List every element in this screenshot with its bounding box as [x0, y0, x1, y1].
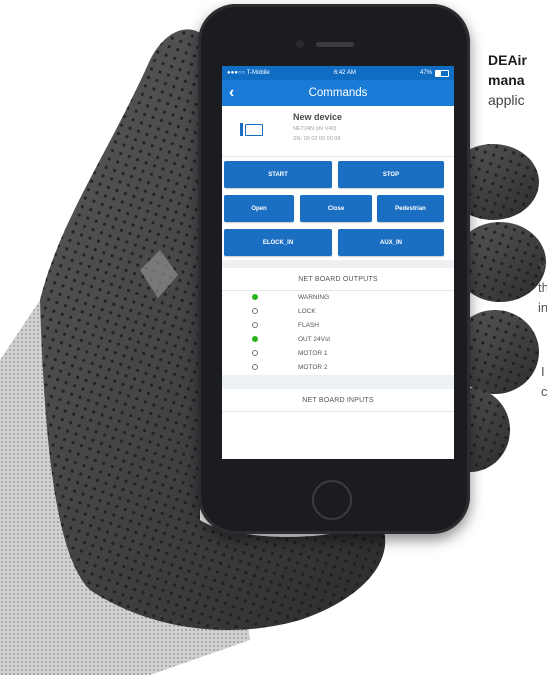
earpiece-speaker: [316, 42, 354, 47]
status-dot-icon: [252, 336, 258, 342]
device-card: New device NET24N (dv V40) SN: 00 02 00 …: [222, 106, 454, 157]
nav-bar: ‹ Commands: [222, 80, 454, 106]
device-serial: SN: 00 02 00 00 08: [293, 136, 341, 142]
para1-line: th: [538, 280, 547, 295]
output-label: MOTOR 1: [298, 350, 328, 357]
front-camera: [296, 40, 304, 48]
elock-in-button[interactable]: ELOCK_IN: [224, 229, 332, 256]
output-label: FLASH: [298, 322, 319, 329]
para1-line: Y: [538, 260, 547, 275]
para2-line: I: [541, 364, 545, 379]
output-label: WARNING: [298, 294, 330, 301]
stop-button[interactable]: STOP: [338, 161, 444, 188]
output-label: LOCK: [298, 308, 316, 315]
output-row: FLASH: [222, 319, 454, 333]
status-bar: ●●●○○ T-Mobile 6:42 AM 47%: [222, 66, 454, 80]
brand-bold-line-2: mana: [488, 72, 525, 88]
output-row: LOCK: [222, 305, 454, 319]
battery-percent: 47%: [419, 70, 432, 76]
output-row: MOTOR 1: [222, 347, 454, 361]
para1-line: in: [538, 300, 547, 315]
section-divider: [222, 260, 454, 268]
pedestrian-button[interactable]: Pedestrian: [377, 195, 444, 222]
home-button[interactable]: [312, 480, 352, 520]
chevron-left-icon[interactable]: ‹: [229, 84, 234, 102]
para2-line: c: [541, 384, 547, 399]
description-paragraph-2: I c: [541, 362, 547, 402]
output-label: MOTOR 2: [298, 364, 328, 371]
device-model: NET24N (dv V40): [293, 126, 337, 132]
page-title: Commands: [308, 87, 368, 99]
status-right: 47%: [419, 69, 449, 77]
output-row: OUT 24Vst: [222, 333, 454, 347]
status-dot-icon: [252, 308, 258, 314]
phone-screen: ●●●○○ T-Mobile 6:42 AM 47% ‹ Commands Ne…: [222, 66, 454, 459]
outputs-list: WARNING LOCK FLASH OUT 24Vst MOTOR 1 MOT…: [222, 291, 454, 375]
inputs-section-title: NET BOARD INPUTS: [222, 389, 454, 412]
output-label: OUT 24Vst: [298, 336, 331, 343]
output-row: WARNING: [222, 291, 454, 305]
start-button[interactable]: START: [224, 161, 332, 188]
command-buttons: START STOP Open Close Pedestrian ELOCK_I…: [222, 157, 454, 260]
device-icon: [240, 123, 263, 136]
status-dot-icon: [252, 364, 258, 370]
open-button[interactable]: Open: [224, 195, 294, 222]
status-dot-icon: [252, 322, 258, 328]
description-paragraph-1: Y th in: [538, 258, 547, 318]
close-button[interactable]: Close: [300, 195, 372, 222]
brand-line-3: applic: [488, 92, 525, 108]
status-dot-icon: [252, 350, 258, 356]
battery-icon: [435, 69, 449, 77]
carrier-label: ●●●○○ T-Mobile: [227, 70, 270, 76]
brand-bold-line-1: DEAir: [488, 52, 527, 68]
outputs-section-title: NET BOARD OUTPUTS: [222, 268, 454, 291]
aux-in-button[interactable]: AUX_IN: [338, 229, 444, 256]
output-row: MOTOR 2: [222, 361, 454, 375]
brand-text: DEAir mana applic: [488, 50, 527, 110]
section-divider: [222, 375, 454, 389]
clock: 6:42 AM: [333, 70, 356, 76]
device-name: New device: [293, 112, 343, 122]
status-dot-icon: [252, 294, 258, 300]
